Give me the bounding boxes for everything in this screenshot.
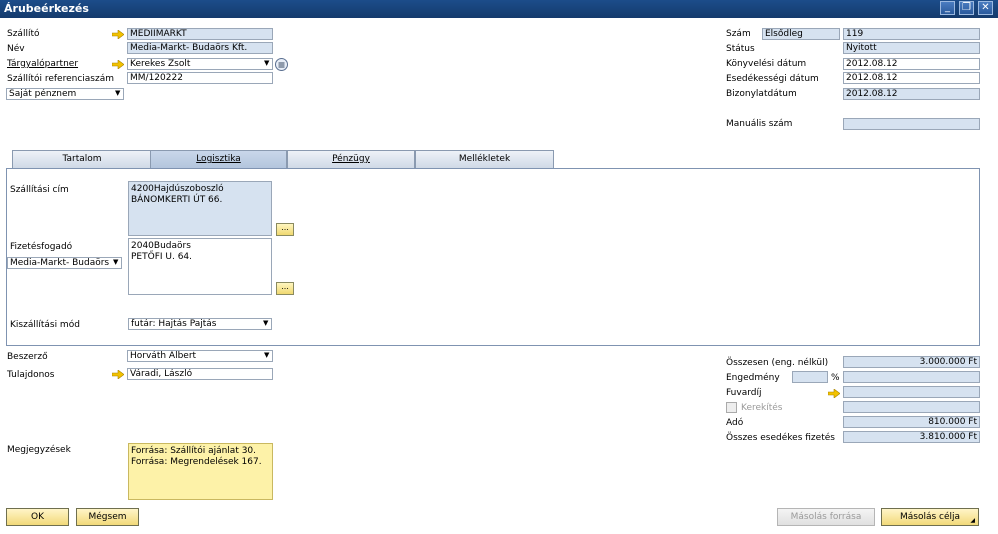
ship-to-label: Szállítási cím xyxy=(10,185,69,195)
tab-logistics[interactable]: Logisztika xyxy=(150,150,287,169)
payee-browse-button[interactable]: ... xyxy=(276,282,294,295)
reference-field[interactable]: MM/120222 xyxy=(127,72,273,84)
due-date-field[interactable]: 2012.08.12 xyxy=(843,72,980,84)
currency-value: Saját pénznem xyxy=(9,89,77,99)
document-date-label: Bizonylatdátum xyxy=(726,89,797,99)
ship-to-line2: BÁNOMKERTI ÚT 66. xyxy=(131,195,223,205)
posting-date-label: Könyvelési dátum xyxy=(726,59,807,69)
restore-icon[interactable]: ❐ xyxy=(959,1,974,15)
window-title: Árubeérkezés xyxy=(4,2,89,15)
remarks-line2: Forrása: Megrendelések 167. xyxy=(131,457,262,467)
tax-field: 810.000 Ft xyxy=(843,416,980,428)
discount-amount-field[interactable] xyxy=(843,371,980,383)
remarks-textarea[interactable]: Forrása: Szállítói ajánlat 30. Forrása: … xyxy=(128,443,273,500)
ship-to-browse-button[interactable]: ... xyxy=(276,223,294,236)
minimize-icon[interactable]: _ xyxy=(940,1,955,15)
ship-to-line1: 4200Hajdúszoboszló xyxy=(131,184,224,194)
freight-label: Fuvardíj xyxy=(726,388,762,398)
tab-finance[interactable]: Pénzügy xyxy=(287,150,415,168)
chevron-down-icon[interactable]: ▼ xyxy=(263,318,268,328)
link-arrow-icon[interactable] xyxy=(112,370,124,379)
delivery-method-value: futár: Hajtás Pajtás xyxy=(131,319,217,329)
vendor-field[interactable]: MEDIIMARKT xyxy=(127,28,273,40)
payee-label: Fizetésfogadó xyxy=(10,242,73,252)
logistics-panel: Szállítási cím 4200Hajdúszoboszló BÁNOMK… xyxy=(6,168,980,346)
chevron-down-icon[interactable]: ▼ xyxy=(264,58,269,68)
ok-button[interactable]: OK xyxy=(6,508,69,526)
buyer-label: Beszerző xyxy=(7,352,48,362)
manual-number-label: Manuális szám xyxy=(726,119,793,129)
tab-attachments[interactable]: Mellékletek xyxy=(415,150,554,168)
total-due-field: 3.810.000 Ft xyxy=(843,431,980,443)
discount-percent-field[interactable] xyxy=(792,371,828,383)
delivery-method-label: Kiszállítási mód xyxy=(10,320,80,330)
rounding-field xyxy=(843,401,980,413)
rounding-label: Kerekítés xyxy=(741,403,783,413)
tab-finance-label: Pénzügy xyxy=(332,154,370,164)
due-date-label: Esedékességi dátum xyxy=(726,74,819,84)
tab-content-label: Tartalom xyxy=(62,154,102,164)
remarks-label: Megjegyzések xyxy=(7,445,71,455)
ship-to-address[interactable]: 4200Hajdúszoboszló BÁNOMKERTI ÚT 66. xyxy=(128,181,272,236)
copy-to-button[interactable]: Másolás célja ◢ xyxy=(881,508,979,526)
copy-to-label: Másolás célja xyxy=(899,512,961,522)
cancel-button[interactable]: Mégsem xyxy=(76,508,139,526)
chevron-down-icon[interactable]: ▼ xyxy=(115,88,120,98)
chevron-down-icon[interactable]: ▼ xyxy=(264,350,269,360)
document-date-field[interactable]: 2012.08.12 xyxy=(843,88,980,100)
contact-label: Tárgyalópartner xyxy=(7,59,79,69)
payee-address[interactable]: 2040Budaörs PETŐFI U. 64. xyxy=(128,238,272,295)
percent-sign: % xyxy=(831,373,840,383)
corner-arrow-icon: ◢ xyxy=(970,517,975,524)
reference-label: Szállítói referenciaszám xyxy=(7,74,114,84)
posting-date-field[interactable]: 2012.08.12 xyxy=(843,58,980,70)
buyer-select[interactable]: Horváth Albert xyxy=(127,350,273,362)
status-label: Státus xyxy=(726,44,755,54)
doc-number-field[interactable]: 119 xyxy=(843,28,980,40)
tab-logistics-label: Logisztika xyxy=(196,154,241,164)
contact-value: Kerekes Zsolt xyxy=(130,59,191,69)
remarks-line1: Forrása: Szállítói ajánlat 30. xyxy=(131,446,257,456)
link-arrow-icon[interactable] xyxy=(112,60,124,69)
series-select[interactable]: Elsődleg xyxy=(762,28,840,40)
payee-line2: PETŐFI U. 64. xyxy=(131,252,193,262)
goods-receipt-window: Árubeérkezés _ ❐ ✕ Szállító MEDIIMARKT N… xyxy=(0,0,998,534)
rounding-checkbox[interactable] xyxy=(726,402,737,413)
tab-content[interactable]: Tartalom xyxy=(12,150,152,168)
tax-label: Adó xyxy=(726,418,744,428)
buyer-value: Horváth Albert xyxy=(130,351,197,361)
link-arrow-icon[interactable] xyxy=(112,30,124,39)
discount-label: Engedmény xyxy=(726,373,780,383)
owner-field[interactable]: Váradi, László xyxy=(127,368,273,380)
number-label: Szám xyxy=(726,29,751,39)
title-bar: Árubeérkezés _ ❐ ✕ xyxy=(0,0,998,18)
name-field[interactable]: Media-Markt- Budaörs Kft. xyxy=(127,42,273,54)
contact-select[interactable]: Kerekes Zsolt xyxy=(127,58,273,70)
copy-from-button[interactable]: Másolás forrása xyxy=(777,508,875,526)
net-total-label: Összesen (eng. nélkül) xyxy=(726,358,829,368)
name-label: Név xyxy=(7,44,25,54)
tab-attachments-label: Mellékletek xyxy=(458,154,511,164)
payee-select-value: Media-Markt- Budaörs xyxy=(10,258,110,268)
delivery-method-select[interactable]: futár: Hajtás Pajtás xyxy=(128,318,272,330)
payee-line1: 2040Budaörs xyxy=(131,241,191,251)
vendor-label: Szállító xyxy=(7,29,40,39)
list-icon[interactable] xyxy=(275,58,288,71)
owner-label: Tulajdonos xyxy=(7,370,55,380)
chevron-down-icon[interactable]: ▼ xyxy=(113,257,118,267)
link-arrow-icon[interactable] xyxy=(828,389,840,398)
currency-select[interactable]: Saját pénznem xyxy=(6,88,124,100)
net-total-field: 3.000.000 Ft xyxy=(843,356,980,368)
total-due-label: Összes esedékes fizetés xyxy=(726,433,835,443)
status-field: Nyitott xyxy=(843,42,980,54)
manual-number-field[interactable] xyxy=(843,118,980,130)
payee-select[interactable]: Media-Markt- Budaörs xyxy=(7,257,122,269)
close-icon[interactable]: ✕ xyxy=(978,1,993,15)
freight-field[interactable] xyxy=(843,386,980,398)
